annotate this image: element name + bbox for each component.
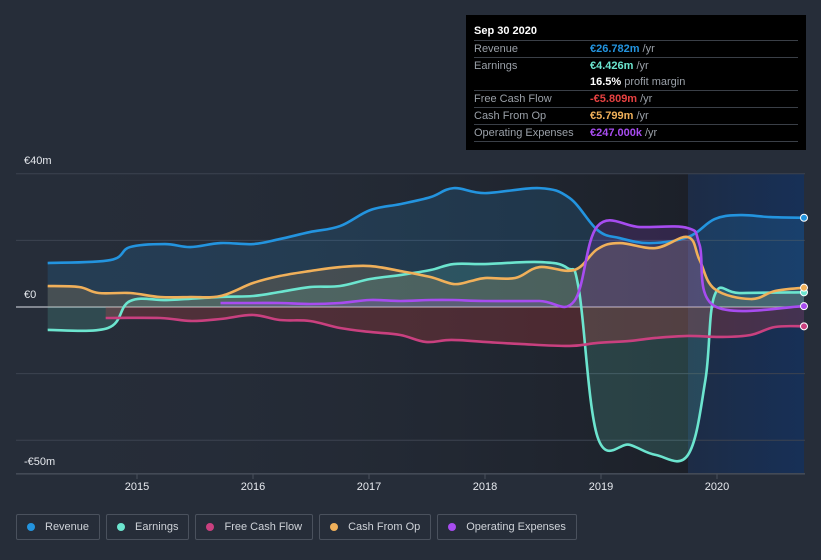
- tooltip-row: Revenue €26.782m/yr: [474, 41, 798, 58]
- tooltip-unit: profit margin: [624, 76, 686, 88]
- legend-item-free-cash-flow[interactable]: Free Cash Flow: [195, 514, 314, 540]
- legend-item-revenue[interactable]: Revenue: [16, 514, 101, 540]
- tooltip-row: Earnings €4.426m/yr: [474, 58, 798, 74]
- tooltip-value: -€5.809m: [590, 93, 638, 105]
- legend-item-earnings[interactable]: Earnings: [106, 514, 190, 540]
- x-tick-label-2019: 2019: [588, 481, 614, 493]
- tooltip-value: €4.426m: [590, 60, 634, 72]
- tooltip-unit: /yr: [645, 127, 658, 139]
- tooltip-row: Free Cash Flow -€5.809m/yr: [474, 91, 798, 108]
- y-tick-label-0: €0: [24, 289, 37, 301]
- legend-item-operating-expenses[interactable]: Operating Expenses: [437, 514, 577, 540]
- tooltip-unit: /yr: [636, 60, 649, 72]
- legend-dot-icon: [330, 523, 339, 531]
- tooltip-label: Operating Expenses: [474, 127, 574, 139]
- legend: Revenue Earnings Free Cash Flow Cash From O…: [16, 514, 577, 540]
- x-tick-label-2015: 2015: [124, 481, 150, 493]
- cash-from-op-end-marker[interactable]: [800, 283, 808, 292]
- legend-label: Revenue: [45, 521, 90, 533]
- legend-dot-icon: [448, 523, 457, 531]
- y-tick-label-40: €40m: [24, 155, 52, 167]
- tooltip-panel: Sep 30 2020 Revenue €26.782m/yr Earnings €4…: [466, 15, 806, 150]
- tooltip-value: €26.782m: [590, 43, 640, 55]
- legend-dot-icon: [27, 523, 35, 531]
- y-tick-label-neg50: -€50m: [24, 456, 56, 468]
- tooltip-row: Operating Expenses €247.000k/yr: [474, 125, 798, 142]
- legend-dot-icon: [206, 523, 215, 531]
- tooltip-label: Cash From Op: [474, 110, 547, 122]
- free-cash-flow-end-marker[interactable]: [800, 322, 808, 331]
- tooltip-label: Free Cash Flow: [474, 93, 552, 105]
- x-tick-label-2018: 2018: [472, 481, 498, 493]
- legend-label: Cash From Op: [348, 521, 421, 533]
- tooltip-date: Sep 30 2020: [474, 22, 798, 41]
- legend-label: Free Cash Flow: [224, 521, 303, 533]
- tooltip-value: €247.000k: [590, 127, 642, 139]
- legend-item-cash-from-op[interactable]: Cash From Op: [319, 514, 432, 540]
- tooltip-unit: /yr: [640, 93, 653, 105]
- tooltip-unit: /yr: [636, 110, 649, 122]
- x-tick-label-2020: 2020: [704, 481, 730, 493]
- tooltip-row: Cash From Op €5.799m/yr: [474, 108, 798, 125]
- legend-dot-icon: [117, 523, 126, 531]
- legend-label: Earnings: [135, 521, 179, 533]
- revenue-end-marker[interactable]: [800, 213, 808, 222]
- legend-label: Operating Expenses: [466, 521, 566, 533]
- tooltip-label: Revenue: [474, 43, 519, 55]
- tooltip-value: 16.5%: [590, 76, 622, 88]
- tooltip-label: [474, 74, 590, 90]
- x-tick-label-2017: 2017: [356, 481, 382, 493]
- tooltip-row: 16.5% profit margin: [474, 74, 798, 91]
- x-tick-label-2016: 2016: [240, 481, 266, 493]
- tooltip-label: Earnings: [474, 60, 518, 72]
- tooltip-value: €5.799m: [590, 110, 634, 122]
- tooltip-unit: /yr: [642, 43, 655, 55]
- operating-expenses-end-marker[interactable]: [800, 302, 808, 311]
